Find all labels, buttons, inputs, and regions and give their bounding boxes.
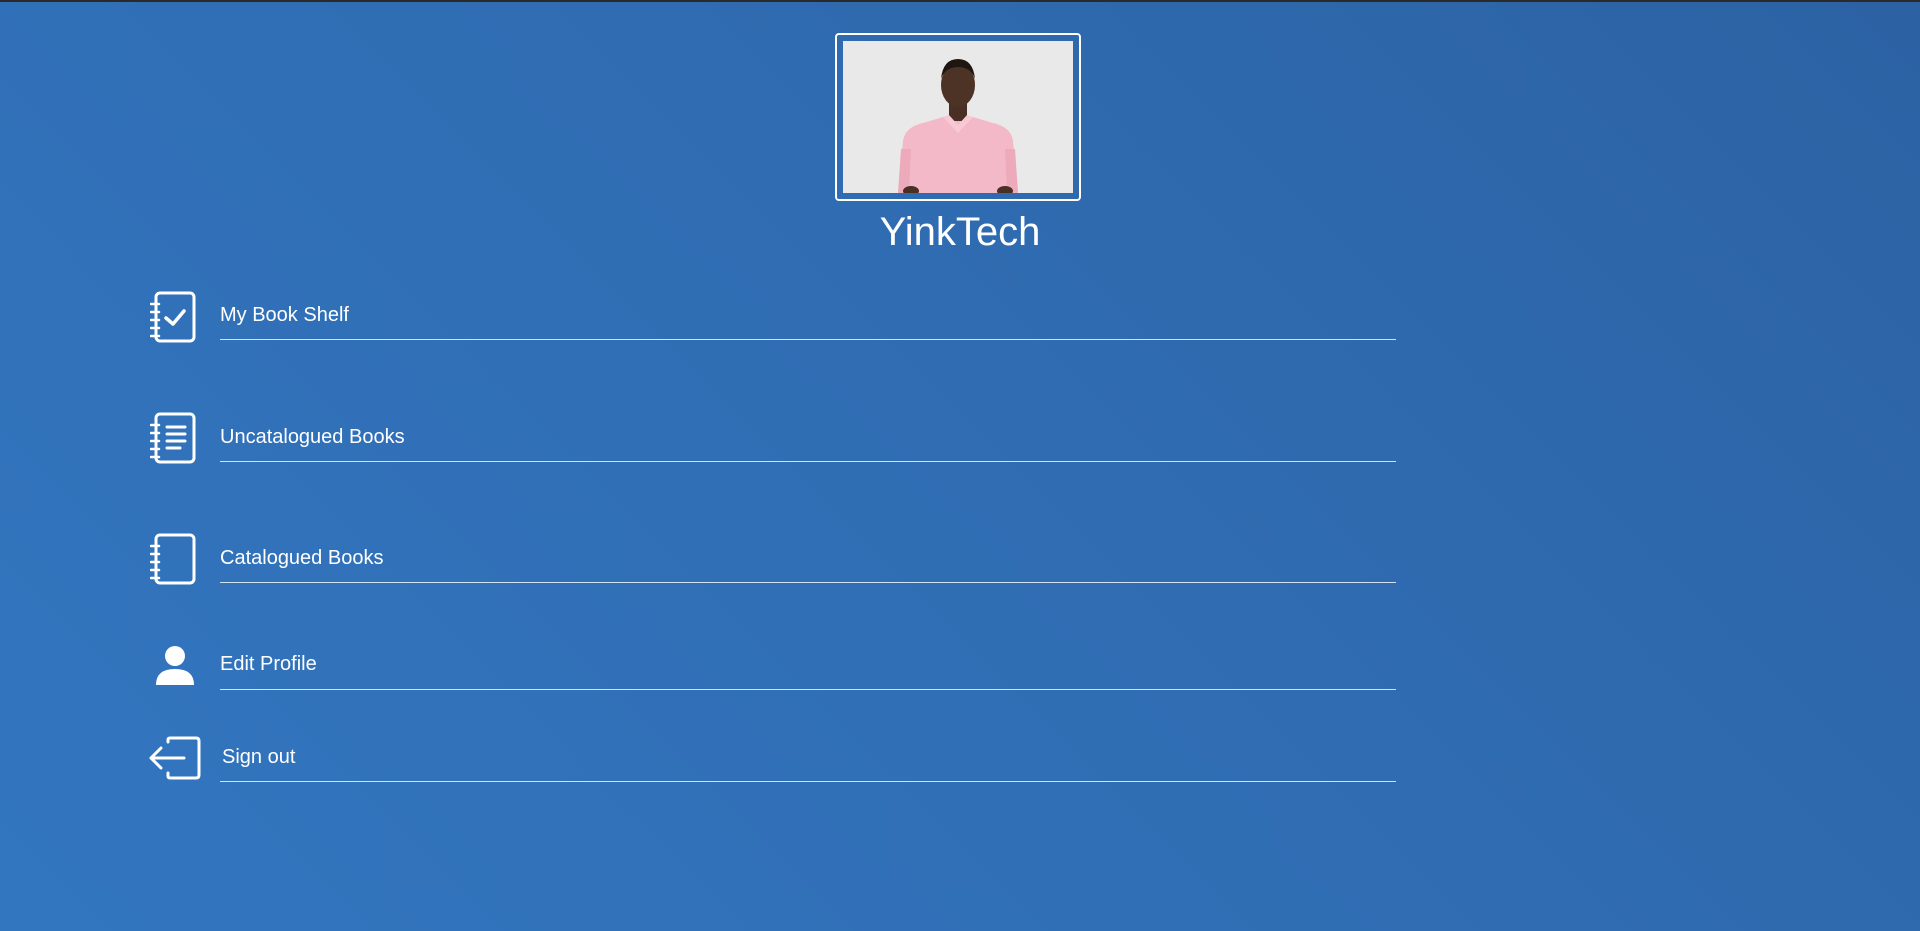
menu-divider — [220, 582, 1396, 583]
menu-divider — [220, 339, 1396, 340]
menu-divider — [220, 461, 1396, 462]
menu-divider — [220, 781, 1396, 782]
window-top-border — [0, 0, 1920, 2]
user-icon — [148, 638, 202, 692]
notebook-check-icon — [148, 290, 202, 344]
avatar-photo — [843, 41, 1073, 193]
menu-label-edit-profile: Edit Profile — [220, 653, 317, 675]
notebook-list-icon — [148, 411, 202, 465]
menu-item-uncatalogued-books[interactable]: Uncatalogued Books — [148, 411, 1396, 467]
menu-label-my-book-shelf: My Book Shelf — [220, 304, 349, 326]
menu-label-catalogued-books: Catalogued Books — [220, 547, 384, 569]
notebook-icon — [148, 532, 202, 586]
menu-item-sign-out[interactable]: Sign out — [148, 733, 1396, 785]
sign-out-icon — [148, 731, 202, 785]
menu-item-catalogued-books[interactable]: Catalogued Books — [148, 532, 1396, 588]
menu-label-sign-out: Sign out — [222, 746, 296, 768]
profile-avatar[interactable] — [835, 33, 1081, 201]
menu-label-uncatalogued-books: Uncatalogued Books — [220, 426, 405, 448]
menu-divider — [220, 689, 1396, 690]
menu-item-my-book-shelf[interactable]: My Book Shelf — [148, 290, 1396, 346]
username-heading: YinkTech — [879, 210, 1041, 254]
menu-item-edit-profile[interactable]: Edit Profile — [148, 640, 1396, 692]
